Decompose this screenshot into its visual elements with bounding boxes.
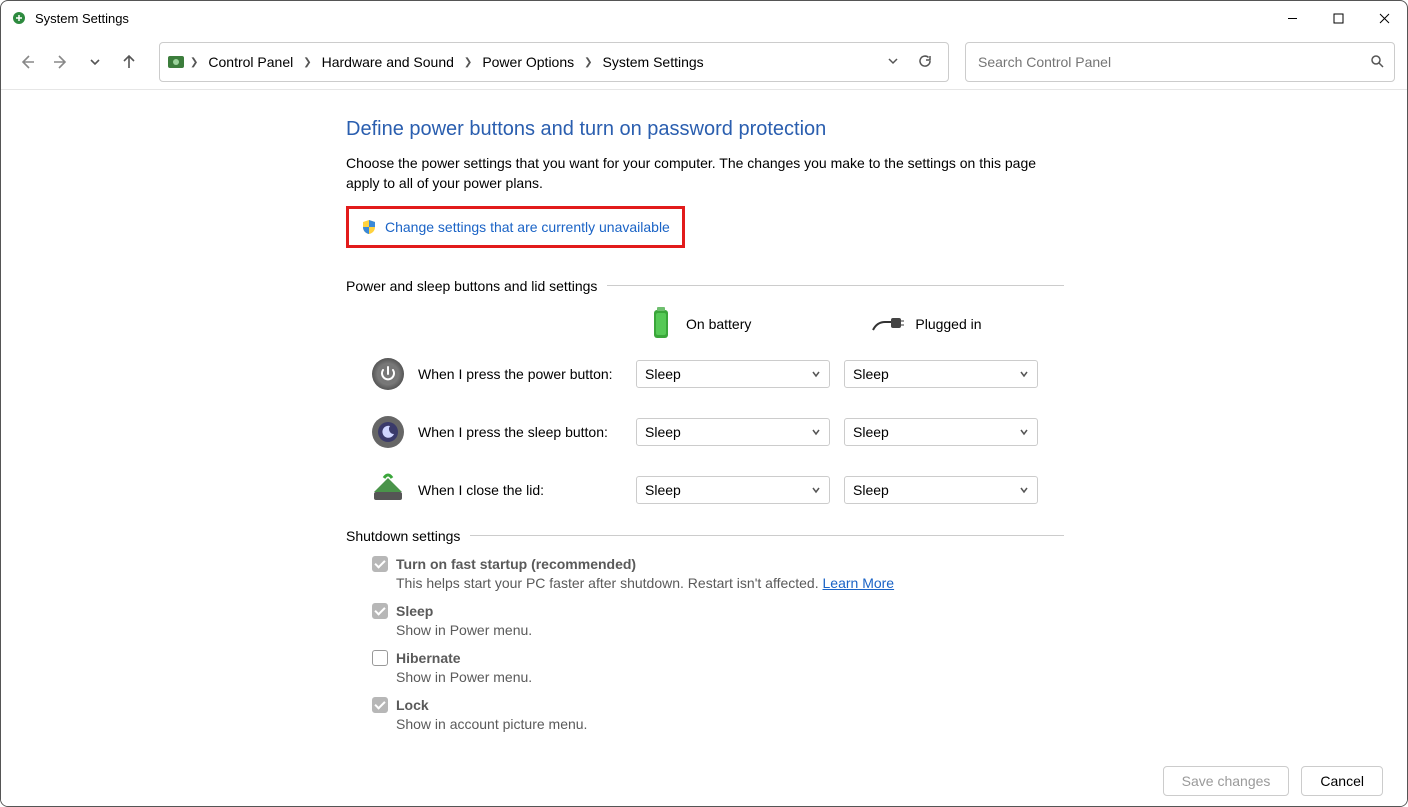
forward-button[interactable] [47, 48, 75, 76]
cancel-button[interactable]: Cancel [1301, 766, 1383, 796]
shield-icon [361, 219, 377, 235]
search-input[interactable] [976, 53, 1370, 71]
content-area: Define power buttons and turn on passwor… [1, 90, 1407, 806]
power-button-battery-dropdown[interactable]: Sleep [636, 360, 830, 388]
window-title: System Settings [35, 11, 129, 26]
divider [607, 285, 1064, 286]
change-settings-link-row: Change settings that are currently unava… [355, 215, 676, 239]
row-close-lid: When I close the lid: Sleep Sleep [346, 470, 1064, 510]
refresh-icon[interactable] [918, 54, 932, 71]
dropdown-value: Sleep [853, 366, 889, 382]
dropdown-value: Sleep [853, 482, 889, 498]
row-power-button: When I press the power button: Sleep Sle… [346, 354, 1064, 394]
chevron-right-icon: ❯ [464, 57, 472, 68]
save-changes-button[interactable]: Save changes [1163, 766, 1290, 796]
breadcrumb-item-hardware-and-sound[interactable]: Hardware and Sound [316, 50, 460, 74]
item-description: Show in account picture menu. [372, 716, 1064, 732]
dropdown-value: Sleep [853, 424, 889, 440]
item-title: Hibernate [396, 650, 461, 666]
battery-icon [646, 306, 676, 342]
search-icon [1370, 54, 1384, 71]
breadcrumb-item-system-settings[interactable]: System Settings [597, 50, 710, 74]
window-frame: System Settings ❯ Control Panel ❯ Hardwa… [0, 0, 1408, 807]
column-headers: On battery Plugged in [346, 306, 1064, 342]
column-plugged-in: Plugged in [871, 314, 981, 334]
shutdown-item-fast-startup: Turn on fast startup (recommended) This … [372, 556, 1064, 591]
row-label: When I press the sleep button: [408, 424, 636, 440]
address-dropdown-icon[interactable] [886, 54, 900, 71]
close-button[interactable] [1361, 1, 1407, 35]
lid-plugged-dropdown[interactable]: Sleep [844, 476, 1038, 504]
column-label-battery: On battery [686, 316, 751, 332]
row-sleep-button: When I press the sleep button: Sleep Sle… [346, 412, 1064, 452]
chevron-down-icon [811, 427, 821, 437]
up-button[interactable] [115, 48, 143, 76]
power-button-icon [368, 354, 408, 394]
titlebar: System Settings [1, 1, 1407, 35]
column-label-plugged: Plugged in [915, 316, 981, 332]
group-power-sleep-lid: Power and sleep buttons and lid settings [346, 278, 1064, 294]
dropdown-value: Sleep [645, 424, 681, 440]
group-title: Shutdown settings [346, 528, 460, 544]
lock-checkbox[interactable] [372, 697, 388, 713]
sleep-button-battery-dropdown[interactable]: Sleep [636, 418, 830, 446]
content: Define power buttons and turn on passwor… [344, 90, 1064, 806]
navbar: ❯ Control Panel ❯ Hardware and Sound ❯ P… [1, 35, 1407, 89]
page-heading: Define power buttons and turn on passwor… [346, 118, 1064, 141]
plug-icon [871, 314, 905, 334]
group-title: Power and sleep buttons and lid settings [346, 278, 597, 294]
title-left: System Settings [11, 10, 129, 26]
item-title: Lock [396, 697, 429, 713]
item-title: Sleep [396, 603, 433, 619]
item-description: Show in Power menu. [372, 669, 1064, 685]
address-bar[interactable]: ❯ Control Panel ❯ Hardware and Sound ❯ P… [159, 42, 949, 82]
window-controls [1269, 1, 1407, 35]
lid-icon [368, 470, 408, 510]
app-icon [11, 10, 27, 26]
item-description: Show in Power menu. [372, 622, 1064, 638]
power-button-plugged-dropdown[interactable]: Sleep [844, 360, 1038, 388]
fast-startup-checkbox[interactable] [372, 556, 388, 572]
dropdown-value: Sleep [645, 482, 681, 498]
chevron-down-icon [1019, 369, 1029, 379]
shutdown-item-sleep: Sleep Show in Power menu. [372, 603, 1064, 638]
chevron-right-icon: ❯ [303, 57, 311, 68]
maximize-button[interactable] [1315, 1, 1361, 35]
divider [470, 535, 1064, 536]
recent-locations-button[interactable] [81, 48, 109, 76]
row-label: When I close the lid: [408, 482, 636, 498]
learn-more-link[interactable]: Learn More [823, 575, 895, 591]
control-panel-icon [166, 52, 186, 72]
chevron-down-icon [811, 369, 821, 379]
chevron-down-icon [811, 485, 821, 495]
item-description: This helps start your PC faster after sh… [372, 575, 1064, 591]
lid-battery-dropdown[interactable]: Sleep [636, 476, 830, 504]
row-label: When I press the power button: [408, 366, 636, 382]
breadcrumb-item-power-options[interactable]: Power Options [476, 50, 580, 74]
shutdown-item-hibernate: Hibernate Show in Power menu. [372, 650, 1064, 685]
highlighted-link-box: Change settings that are currently unava… [346, 206, 685, 248]
chevron-right-icon: ❯ [584, 57, 592, 68]
chevron-down-icon [1019, 427, 1029, 437]
chevron-right-icon: ❯ [190, 57, 198, 68]
shutdown-item-lock: Lock Show in account picture menu. [372, 697, 1064, 732]
column-on-battery: On battery [646, 306, 751, 342]
dropdown-value: Sleep [645, 366, 681, 382]
minimize-button[interactable] [1269, 1, 1315, 35]
breadcrumb-item-control-panel[interactable]: Control Panel [202, 50, 299, 74]
item-title: Turn on fast startup (recommended) [396, 556, 636, 572]
change-settings-link[interactable]: Change settings that are currently unava… [385, 219, 670, 235]
group-shutdown-settings: Shutdown settings [346, 528, 1064, 544]
page-description: Choose the power settings that you want … [346, 153, 1064, 194]
footer: Save changes Cancel [1, 756, 1407, 806]
sleep-button-plugged-dropdown[interactable]: Sleep [844, 418, 1038, 446]
chevron-down-icon [1019, 485, 1029, 495]
back-button[interactable] [13, 48, 41, 76]
search-box[interactable] [965, 42, 1395, 82]
hibernate-checkbox[interactable] [372, 650, 388, 666]
sleep-checkbox[interactable] [372, 603, 388, 619]
sleep-button-icon [368, 412, 408, 452]
